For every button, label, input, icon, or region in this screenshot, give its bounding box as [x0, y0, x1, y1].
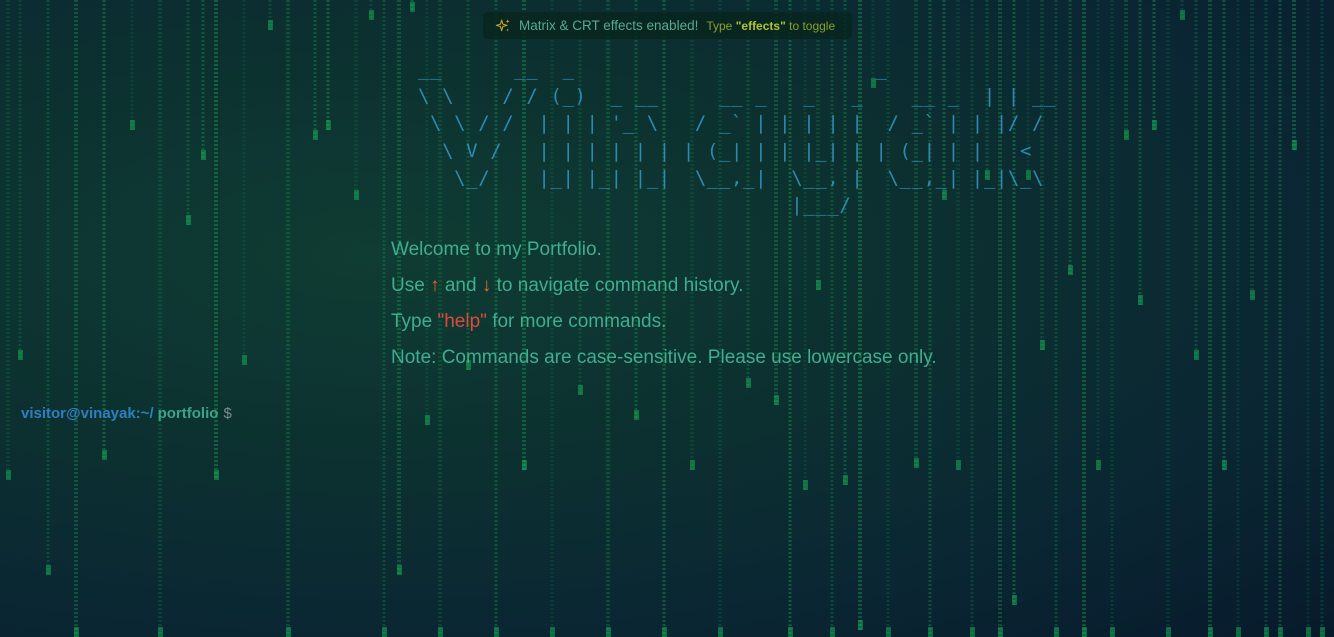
prompt-directory: portfolio — [157, 405, 219, 422]
rain-streak-head — [843, 475, 848, 485]
rain-streak-head — [886, 627, 891, 637]
rain-streak-head — [354, 190, 359, 200]
rain-streak-head — [970, 627, 975, 637]
navigation-hint-end: to navigate command history. — [496, 275, 744, 296]
effects-toast: Matrix & CRT effects enabled! Type "effe… — [483, 12, 852, 39]
rain-streak-head — [74, 627, 79, 637]
rain-streak-head — [6, 470, 11, 480]
rain-streak-head — [494, 627, 499, 637]
rain-streak-head — [130, 120, 135, 130]
rain-streak-head — [1152, 120, 1157, 130]
command-prompt: visitor@vinayak:~/ portfolio $ — [21, 405, 1238, 422]
rain-streak-head — [662, 627, 667, 637]
rain-streak-head — [1264, 627, 1269, 637]
rain-streak-head — [1040, 340, 1045, 350]
help-command: "help" — [437, 311, 487, 332]
rain-streak-head — [1320, 627, 1325, 637]
rain-streak-head — [1096, 460, 1101, 470]
rain-streak-head — [1138, 295, 1143, 305]
ascii-name-banner: __ __ _ _ \ \ / / (_) _ __ __ _ _ _ __ _… — [418, 58, 1057, 217]
rain-streak-head — [1278, 627, 1283, 637]
rain-streak-head — [774, 395, 779, 405]
rain-streak-head — [369, 10, 374, 20]
rain-streak-head — [550, 627, 555, 637]
toast-message: Matrix & CRT effects enabled! — [519, 18, 699, 33]
case-sensitivity-note: Note: Commands are case-sensitive. Pleas… — [391, 344, 937, 380]
rain-streak-head — [522, 460, 527, 470]
help-hint-end: for more commands. — [492, 311, 667, 332]
rain-streak-head — [382, 627, 387, 637]
rain-streak-head — [1250, 290, 1255, 300]
rain-streak-head — [158, 627, 163, 637]
rain-streak-head — [928, 627, 933, 637]
rain-streak-head — [956, 460, 961, 470]
rain-streak-head — [1222, 460, 1227, 470]
sparkles-icon — [495, 18, 510, 31]
welcome-text: Welcome to my Portfolio. — [391, 239, 602, 260]
toast-hint-prefix: Type — [706, 18, 733, 33]
rain-streak-head — [718, 627, 723, 637]
rain-streak-head — [1054, 627, 1059, 637]
rain-streak-head — [410, 2, 415, 12]
rain-streak-head — [397, 565, 402, 575]
rain-streak-head — [1180, 10, 1185, 20]
help-hint-line: Type "help" for more commands. — [391, 308, 937, 344]
rain-streak-head — [1236, 627, 1241, 637]
welcome-line: Welcome to my Portfolio. — [391, 236, 937, 272]
up-arrow-icon: ↑ — [430, 275, 440, 296]
rain-streak-head — [438, 627, 443, 637]
rain-streak-head — [326, 120, 331, 130]
navigation-hint-line: Use ↑ and ↓ to navigate command history. — [391, 272, 937, 308]
help-hint-start: Type — [391, 311, 433, 332]
rain-streak-head — [102, 450, 107, 460]
down-arrow-icon: ↓ — [481, 275, 492, 296]
rain-streak-head — [1292, 140, 1297, 150]
rain-streak-head — [690, 460, 695, 470]
welcome-message: Welcome to my Portfolio. Use ↑ and ↓ to … — [391, 236, 937, 380]
rain-streak-head — [242, 355, 247, 365]
navigation-hint-and: and — [444, 275, 477, 296]
rain-streak-head — [201, 150, 206, 160]
rain-streak-head — [1124, 130, 1129, 140]
rain-streak-head — [858, 620, 863, 630]
rain-streak-head — [1110, 627, 1115, 637]
toast-hint-command: "effects" — [735, 18, 786, 33]
rain-streak-head — [914, 458, 919, 468]
rain-streak-head — [788, 627, 793, 637]
rain-streak-head — [1194, 350, 1199, 360]
navigation-hint-start: Use — [391, 275, 425, 296]
rain-streak-head — [1082, 627, 1087, 637]
rain-streak-head — [186, 215, 191, 225]
toast-hint: Type "effects" to toggle — [706, 19, 835, 33]
command-input[interactable] — [237, 405, 1238, 422]
case-sensitivity-note-text: Note: Commands are case-sensitive. Pleas… — [391, 347, 937, 368]
rain-streak-head — [1208, 627, 1213, 637]
rain-streak-head — [1012, 595, 1017, 605]
rain-streak-head — [214, 470, 219, 480]
rain-streak-head — [1306, 627, 1311, 637]
rain-streak-head — [606, 627, 611, 637]
rain-streak-head — [578, 385, 583, 395]
rain-streak-head — [313, 130, 318, 140]
rain-streak-head — [998, 627, 1003, 637]
rain-streak-head — [46, 565, 51, 575]
rain-streak-head — [1068, 265, 1073, 275]
rain-streak-head — [1166, 627, 1171, 637]
rain-streak-head — [803, 480, 808, 490]
rain-streak-head — [286, 627, 291, 637]
rain-streak-head — [18, 350, 23, 360]
toast-hint-suffix: to toggle — [789, 18, 836, 33]
rain-streak-head — [830, 627, 835, 637]
rain-streak-head — [268, 20, 273, 30]
prompt-symbol: $ — [223, 405, 232, 422]
prompt-user-host: visitor@vinayak:~/ — [21, 405, 154, 422]
